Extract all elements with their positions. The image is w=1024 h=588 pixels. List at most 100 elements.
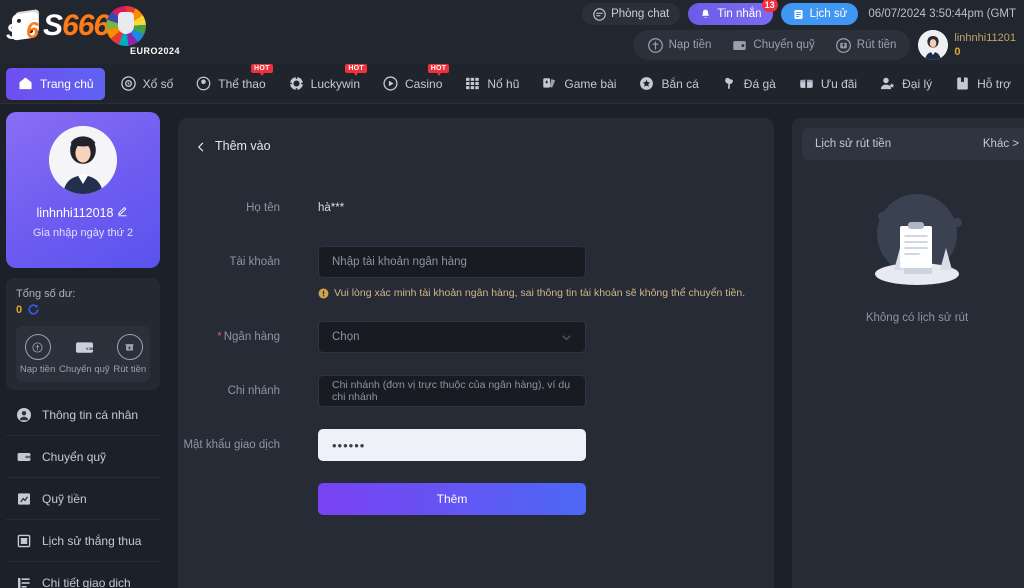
site-logo[interactable]: S 6 S666 EURO2024 [8,6,146,46]
account-input[interactable]: Nhập tài khoản ngân hàng [318,246,586,278]
avatar[interactable] [918,30,948,60]
wallet-actions: Nạp tiền Chuyển quỹ Rút tiền [633,30,911,60]
refresh-icon[interactable] [27,303,40,316]
sidebar-item-quy-tien[interactable]: Quỹ tiền [6,478,160,520]
panel-header: Thêm vào [178,118,774,174]
header-deposit-button[interactable]: Nạp tiền [639,37,720,54]
hot-badge: HOT [428,64,450,73]
bank-select[interactable]: Chọn [318,321,586,353]
sidebar-item-lich-su-thang-thua[interactable]: Lịch sử thắng thua [6,520,160,562]
form-row-fullname: Họ tên hà*** [178,192,774,224]
profile-name-row: linhnhi112018 [37,205,130,220]
pencil-icon[interactable] [117,205,129,220]
quick-action-deposit[interactable]: Nạp tiền [20,334,55,375]
fullname-label: Họ tên [178,192,318,224]
nav-label-trang-chu: Trang chủ [40,77,94,91]
profile-card: linhnhi112018 Gia nhập ngày thứ 2 [6,112,160,268]
account-hint-text: Vui lòng xác minh tài khoản ngân hàng, s… [334,287,745,299]
header-withdraw-button[interactable]: Rút tiền [827,37,905,54]
person-icon [16,407,32,423]
transfer-icon [731,37,748,54]
nav-item-no-hu[interactable]: Nổ hũ [453,67,530,101]
wallet-icon [16,449,32,465]
submit-button[interactable]: Thêm [318,483,586,515]
logo-text-s: S [43,9,62,42]
nav-item-ban-ca[interactable]: Bắn cá [627,67,709,101]
sidebar-label-thong-tin-ca-nhan: Thông tin cá nhân [42,408,138,422]
nav-label-uu-dai: Ưu đãi [821,77,857,91]
nav-item-ho-tro[interactable]: Hỗ trợ [943,67,1022,101]
logo-six: 6 [26,17,39,44]
quick-action-transfer[interactable]: Chuyển quỹ [59,334,110,375]
user-account-block[interactable]: linhnhi11201 0 [918,30,1016,60]
top-header: S 6 S666 EURO2024 Phòng chat Tin nhắn 13 [0,0,1024,64]
withdraw-history-more-link[interactable]: Khác > [983,138,1019,150]
sidebar-item-thong-tin-ca-nhan[interactable]: Thông tin cá nhân [6,394,160,436]
header-transfer-button[interactable]: Chuyển quỹ [723,37,822,54]
profile-avatar[interactable] [49,126,117,194]
withdraw-icon [835,37,852,54]
header-deposit-label: Nạp tiền [669,39,712,51]
header-transfer-label: Chuyển quỹ [753,39,814,51]
support-icon [954,75,971,92]
bell-icon [699,8,712,21]
profile-join-text: Gia nhập ngày thứ 2 [33,227,133,239]
warning-icon [318,288,329,299]
nav-item-game-bai[interactable]: Game bài [530,67,627,101]
sidebar-item-chuyen-quy[interactable]: Chuyển quỹ [6,436,160,478]
quick-action-deposit-label: Nạp tiền [20,364,55,375]
nav-label-ho-tro: Hỗ trợ [977,77,1011,91]
fund-icon [16,491,32,507]
nav-label-ban-ca: Bắn cá [661,77,698,91]
empty-state-text: Không có lịch sử rút [866,312,968,324]
left-sidebar: linhnhi112018 Gia nhập ngày thứ 2 Tổng s… [6,112,160,588]
messages-button[interactable]: Tin nhắn 13 [688,3,772,25]
nav-item-da-ga[interactable]: Đá gà [710,67,787,101]
branch-input[interactable]: Chi nhánh (đơn vị trực thuộc của ngân hà… [318,375,586,407]
branch-label: Chi nhánh [178,375,318,407]
form-row-branch: Chi nhánh Chi nhánh (đơn vị trực thuộc c… [178,375,774,407]
sidebar-item-chi-tiet-giao-dich[interactable]: Chi tiết giao dịch [6,562,160,588]
form-row-account: Tài khoản Nhập tài khoản ngân hàng Vui l… [178,246,774,299]
nav-label-casino: Casino [405,77,442,91]
header-withdraw-label: Rút tiền [857,39,897,51]
nav-item-xo-so[interactable]: Xổ số [109,67,185,101]
bank-required-mark: * [217,331,221,343]
play-icon [382,75,399,92]
nav-item-trang-chu[interactable]: Trang chủ [6,68,105,100]
sidebar-label-lich-su-thang-thua: Lịch sử thắng thua [42,534,141,548]
history-label: Lịch sử [810,8,848,20]
dice-icon: S 6 [8,9,42,43]
agent-icon [879,75,896,92]
fish-icon [638,75,655,92]
deposit-icon [25,334,51,360]
nav-label-game-bai: Game bài [564,77,616,91]
balance-card: Tổng số dư: 0 Nạp tiền Chuyển quỹ [6,278,160,390]
bank-label: *Ngân hàng [178,321,318,353]
header-wallet-group: Nạp tiền Chuyển quỹ Rút tiền [633,30,1016,60]
quick-action-withdraw[interactable]: Rút tiền [113,334,146,375]
nav-label-no-hu: Nổ hũ [487,77,519,91]
balance-label: Tổng số dư: [16,288,150,300]
transaction-password-input[interactable]: •••••• [318,429,586,461]
sidebar-label-chi-tiet-giao-dich: Chi tiết giao dịch [42,576,131,588]
chat-room-label: Phòng chat [611,8,669,20]
chat-room-button[interactable]: Phòng chat [582,3,680,25]
withdraw-icon [117,334,143,360]
home-icon [17,75,34,92]
main-navigation: Trang chủ Xổ số Thể thao HOT Luckywin HO… [0,64,1024,104]
history-button[interactable]: Lịch sử [781,3,859,25]
wallet-icon [71,334,97,360]
nav-item-luckywin[interactable]: Luckywin HOT [277,67,371,101]
chevron-left-icon[interactable] [196,141,206,151]
euro-label: EURO2024 [130,46,180,56]
hot-badge: HOT [251,64,273,73]
header-username: linhnhi11201 [954,32,1016,46]
fullname-value: hà*** [318,192,344,224]
nav-item-casino[interactable]: Casino HOT [371,67,453,101]
messages-label: Tin nhắn [717,8,761,20]
nav-item-the-thao[interactable]: Thể thao HOT [184,67,276,101]
sidebar-label-chuyen-quy: Chuyển quỹ [42,450,106,464]
nav-item-dai-ly[interactable]: Đại lý [868,67,943,101]
nav-item-uu-dai[interactable]: Ưu đãi [787,67,868,101]
